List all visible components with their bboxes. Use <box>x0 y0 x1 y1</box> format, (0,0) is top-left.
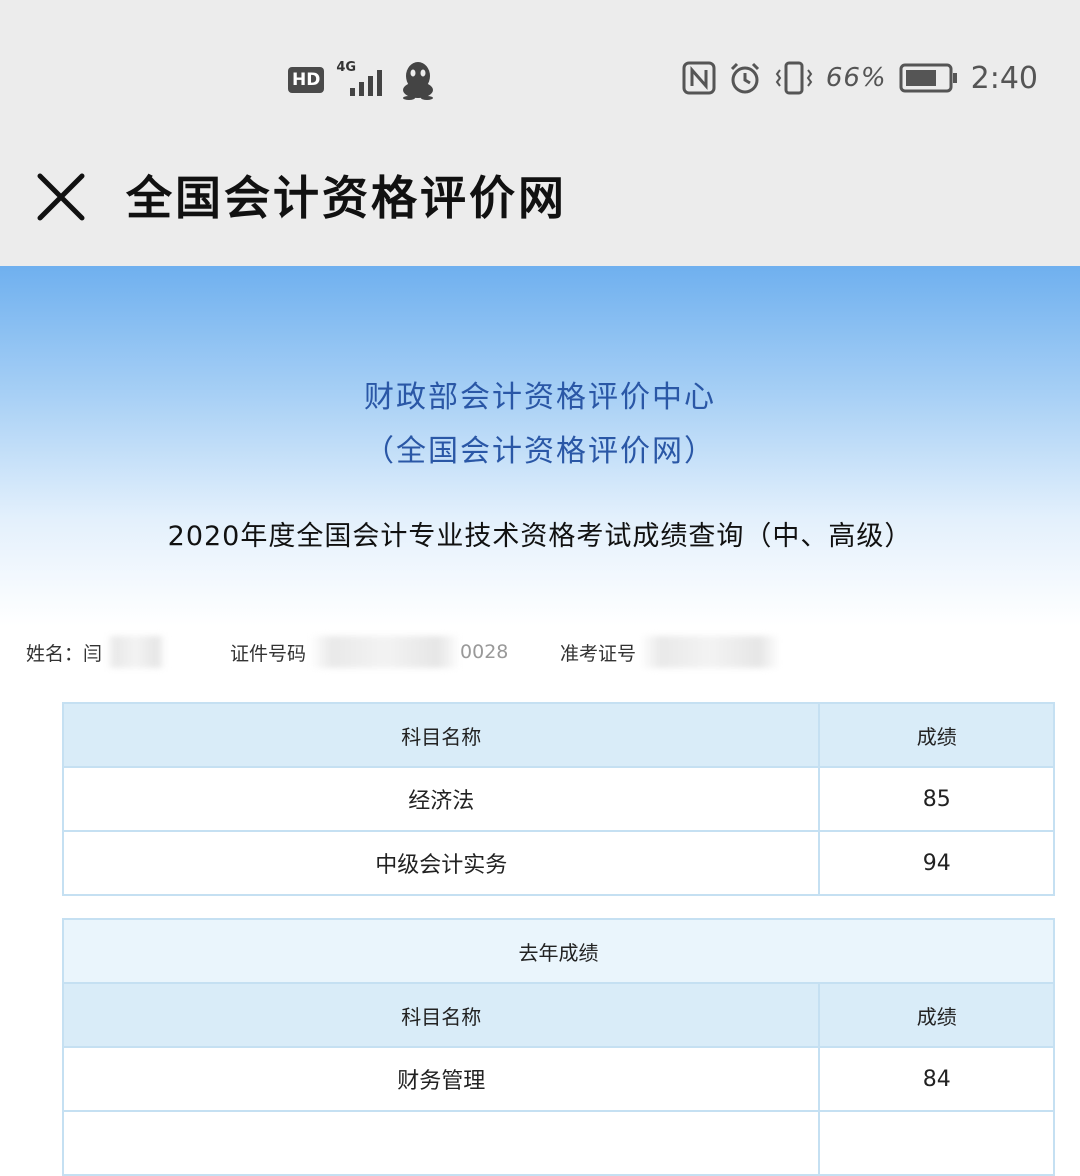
score-cell: 94 <box>818 830 1055 896</box>
candidate-ticket: 准考证号 <box>560 636 781 668</box>
redacted-name <box>106 636 167 668</box>
signal-bars-icon <box>350 70 383 96</box>
alarm-icon <box>730 62 759 94</box>
candidate-id: 证件号码 0028 <box>230 636 508 668</box>
ticket-label: 准考证号 <box>560 642 637 665</box>
table-row <box>61 1110 1055 1176</box>
header-banner: 财政部会计资格评价中心 （全国会计资格评价网） 2020年度全国会计专业技术资格… <box>0 266 1080 626</box>
page-title: 全国会计资格评价网 <box>126 171 567 225</box>
header-subject: 科目名称 <box>61 982 821 1048</box>
table-row: 经济法 85 <box>61 766 1055 832</box>
battery-percent: 66% <box>825 63 887 93</box>
battery-icon <box>899 63 957 93</box>
org-name: 财政部会计资格评价中心 <box>364 380 716 415</box>
status-right-icons: 66% 2:40 <box>682 60 1038 96</box>
subject-cell: 中级会计实务 <box>61 830 821 896</box>
candidate-name: 姓名：闫 <box>26 636 167 668</box>
browser-title-bar: 全国会计资格评价网 <box>0 140 1080 266</box>
clock-time: 2:40 <box>970 60 1038 96</box>
table-row: 中级会计实务 94 <box>61 830 1055 896</box>
id-tail: 0028 <box>460 641 509 663</box>
nfc-icon <box>682 61 716 95</box>
org-subtitle: （全国会计资格评价网） <box>364 434 716 469</box>
score-cell: 84 <box>818 1046 1055 1112</box>
subject-cell <box>61 1110 821 1176</box>
signal-icon: 4G <box>334 60 390 100</box>
score-cell <box>818 1110 1055 1176</box>
vibrate-icon <box>775 61 813 95</box>
status-left-icons: HD 4G <box>288 60 436 100</box>
id-label: 证件号码 <box>230 642 307 665</box>
redacted-ticket <box>640 636 781 668</box>
table-caption: 去年成绩 <box>62 918 1055 984</box>
table-row: 财务管理 84 <box>61 1046 1055 1112</box>
redacted-id <box>310 636 461 668</box>
close-icon[interactable] <box>34 170 88 224</box>
exam-title: 2020年度全国会计专业技术资格考试成绩查询（中、高级） <box>167 521 913 552</box>
last-year-scores-table: 去年成绩 科目名称 成绩 财务管理 84 <box>61 918 1055 1176</box>
status-bar: HD 4G 66% 2:40 <box>0 0 1080 140</box>
table-header-row: 科目名称 成绩 <box>61 982 1055 1048</box>
current-scores-table: 科目名称 成绩 经济法 85 中级会计实务 94 <box>61 702 1055 896</box>
subject-cell: 经济法 <box>61 766 821 832</box>
table-caption-row: 去年成绩 <box>62 918 1055 984</box>
header-score: 成绩 <box>818 982 1055 1048</box>
name-label: 姓名：闫 <box>26 642 103 665</box>
header-score: 成绩 <box>818 702 1055 768</box>
qq-icon <box>403 62 434 100</box>
subject-cell: 财务管理 <box>61 1046 821 1112</box>
candidate-info: 姓名：闫 证件号码 0028 准考证号 <box>0 628 1080 672</box>
table-header-row: 科目名称 成绩 <box>61 702 1055 768</box>
hd-icon: HD <box>288 67 325 93</box>
header-subject: 科目名称 <box>61 702 821 768</box>
score-cell: 85 <box>818 766 1055 832</box>
